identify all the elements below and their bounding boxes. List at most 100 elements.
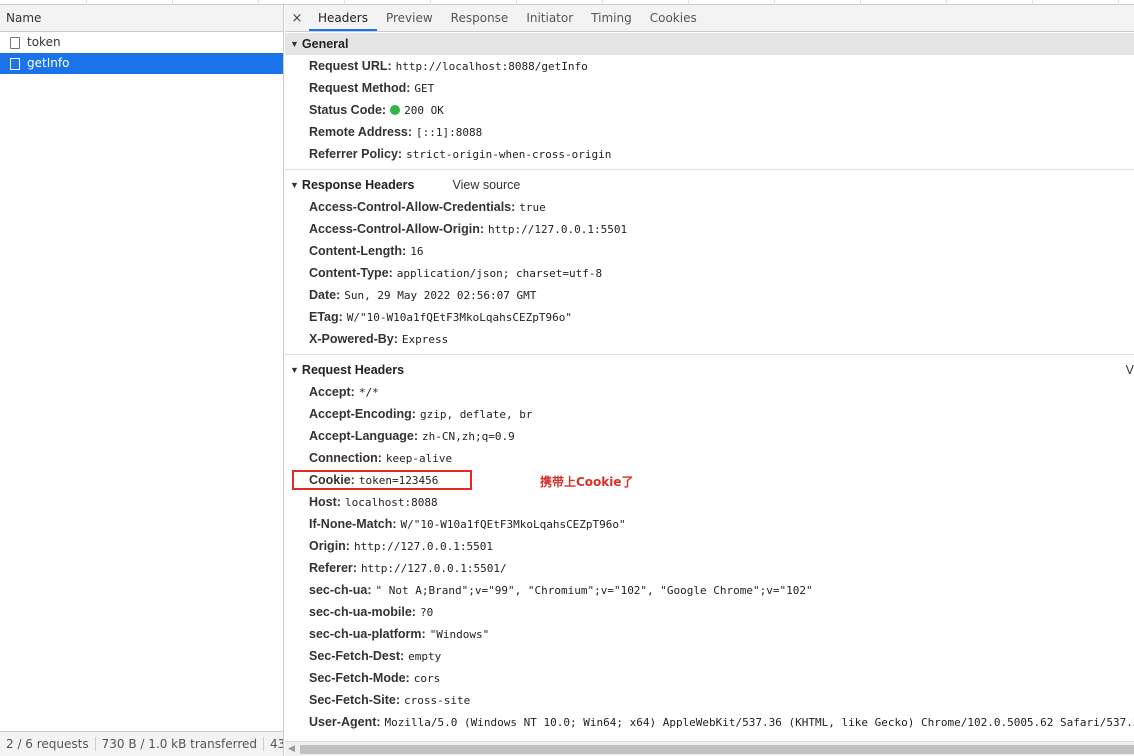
header-row: Accept: */* [285, 381, 1134, 403]
tab-preview[interactable]: Preview [377, 5, 442, 31]
header-key: sec-ch-ua-platform: [309, 627, 426, 641]
header-row: Accept-Encoding: gzip, deflate, br [285, 403, 1134, 425]
cookie-annotation: 携带上Cookie了 [540, 475, 634, 489]
header-key: Sec-Fetch-Site: [309, 693, 400, 707]
header-value: true [519, 201, 546, 214]
header-key: Origin: [309, 539, 350, 553]
header-key: Sec-Fetch-Mode: [309, 671, 410, 685]
header-key: Referrer Policy: [309, 147, 403, 161]
request-headers-section-toggle[interactable]: ▼ Request Headers V [285, 359, 1134, 381]
header-value: [::1]:8088 [416, 126, 483, 139]
header-row: sec-ch-ua: " Not A;Brand";v="99", "Chromi… [285, 579, 1134, 601]
header-value: http://localhost:8088/getInfo [395, 60, 588, 73]
header-key: Connection: [309, 451, 382, 465]
header-value: GET [414, 82, 435, 95]
header-row: Access-Control-Allow-Credentials: true [285, 196, 1134, 218]
section-title: Request Headers [301, 363, 405, 377]
header-value: "Windows" [429, 628, 490, 641]
expand-triangle-icon: ▼ [290, 180, 299, 190]
header-row: User-Agent: Mozilla/5.0 (Windows NT 10.0;… [285, 711, 1134, 729]
expand-triangle-icon: ▼ [290, 39, 299, 49]
header-key: Host: [309, 495, 341, 509]
header-value: W/"10-W10a1fQEtF3MkoLqahsCEZpT96o" [346, 311, 572, 324]
request-count: 2 / 6 requests [0, 737, 96, 751]
header-value: Express [401, 333, 449, 346]
view-source-link[interactable]: View source [452, 174, 520, 196]
document-icon [10, 57, 20, 70]
header-value: localhost:8088 [344, 496, 438, 509]
header-row: Host: localhost:8088 [285, 491, 1134, 513]
header-row: Date: Sun, 29 May 2022 02:56:07 GMT [285, 284, 1134, 306]
tab-initiator[interactable]: Initiator [517, 5, 582, 31]
response-headers-section-toggle[interactable]: ▼ Response Headers View source [285, 174, 1134, 196]
header-row: Connection: keep-alive [285, 447, 1134, 469]
header-key: Content-Length: [309, 244, 407, 258]
expand-triangle-icon: ▼ [290, 365, 299, 375]
header-row: X-Powered-By: Express [285, 328, 1134, 350]
header-row: Origin: http://127.0.0.1:5501 [285, 535, 1134, 557]
header-value: application/json; charset=utf-8 [396, 267, 603, 280]
header-row: Remote Address: [::1]:8088 [285, 121, 1134, 143]
header-key: If-None-Match: [309, 517, 397, 531]
scrollbar-thumb[interactable] [300, 745, 1134, 754]
request-list-pane: Name token getInfo 2 / 6 requests 730 B /… [0, 5, 284, 756]
header-value: " Not A;Brand";v="99", "Chromium";v="102… [375, 584, 813, 597]
tab-timing[interactable]: Timing [582, 5, 641, 31]
resources-size: 43 B [270, 737, 283, 751]
header-key: Sec-Fetch-Dest: [309, 649, 405, 663]
header-value: 200 OK [404, 104, 444, 117]
cookie-highlight-box [292, 470, 472, 490]
header-key: Access-Control-Allow-Origin: [309, 222, 485, 236]
header-key: Remote Address: [309, 125, 413, 139]
view-source-link-truncated[interactable]: V [1126, 359, 1134, 381]
header-key: X-Powered-By: [309, 332, 398, 346]
horizontal-scrollbar[interactable]: ◀ [285, 741, 1134, 756]
header-value: ?0 [419, 606, 434, 619]
header-row: sec-ch-ua-mobile: ?0 [285, 601, 1134, 623]
section-title: General [301, 37, 349, 51]
request-headers-list: Accept: */* Accept-Encoding: gzip, deflate… [285, 381, 1134, 729]
header-key: User-Agent: [309, 715, 381, 729]
header-row: ETag: W/"10-W10a1fQEtF3MkoLqahsCEZpT96o" [285, 306, 1134, 328]
header-key: sec-ch-ua-mobile: [309, 605, 416, 619]
general-section-toggle[interactable]: ▼ General [285, 33, 1134, 55]
header-value: empty [408, 650, 442, 663]
header-row: Sec-Fetch-Mode: cors [285, 667, 1134, 689]
details-tabbar: × Headers Preview Response Initiator Tim… [285, 5, 1134, 32]
tab-headers[interactable]: Headers [309, 5, 377, 31]
header-value: http://127.0.0.1:5501 [353, 540, 494, 553]
request-row-getinfo[interactable]: getInfo [0, 53, 283, 74]
header-row: Sec-Fetch-Site: cross-site [285, 689, 1134, 711]
close-icon[interactable]: × [285, 5, 309, 31]
header-value: 16 [410, 245, 424, 258]
header-key: Accept-Encoding: [309, 407, 416, 421]
scroll-left-icon[interactable]: ◀ [288, 744, 295, 754]
header-row: Sec-Fetch-Dest: empty [285, 645, 1134, 667]
header-value: gzip, deflate, br [419, 408, 533, 421]
request-name: getInfo [27, 56, 70, 70]
header-value: */* [358, 386, 379, 399]
section-title: Response Headers [301, 178, 415, 192]
header-row: Status Code: 200 OK [285, 99, 1134, 121]
header-value: Mozilla/5.0 (Windows NT 10.0; Win64; x64… [384, 716, 1134, 729]
header-key: Status Code: [309, 103, 387, 117]
header-row: Referrer Policy: strict-origin-when-cross… [285, 143, 1134, 165]
header-key: sec-ch-ua: [309, 583, 372, 597]
headers-content: ▼ General Request URL: http://localhost:8… [285, 33, 1134, 729]
network-summary-bar: 2 / 6 requests 730 B / 1.0 kB transferred… [0, 731, 283, 756]
request-row-token[interactable]: token [0, 32, 283, 53]
header-key: Referer: [309, 561, 357, 575]
transferred-size: 730 B / 1.0 kB transferred [95, 737, 264, 751]
status-ok-dot-icon [390, 105, 401, 115]
header-value: W/"10-W10a1fQEtF3MkoLqahsCEZpT96o" [400, 518, 626, 531]
name-column-header[interactable]: Name [0, 5, 283, 32]
header-key: Request Method: [309, 81, 411, 95]
document-icon [10, 36, 20, 49]
header-row: Access-Control-Allow-Origin: http://127.0… [285, 218, 1134, 240]
tab-response[interactable]: Response [442, 5, 518, 31]
tab-cookies[interactable]: Cookies [641, 5, 706, 31]
header-value: zh-CN,zh;q=0.9 [422, 430, 515, 443]
request-details-pane: × Headers Preview Response Initiator Tim… [285, 5, 1134, 756]
header-key: Accept: [309, 385, 355, 399]
request-name: token [27, 35, 61, 49]
